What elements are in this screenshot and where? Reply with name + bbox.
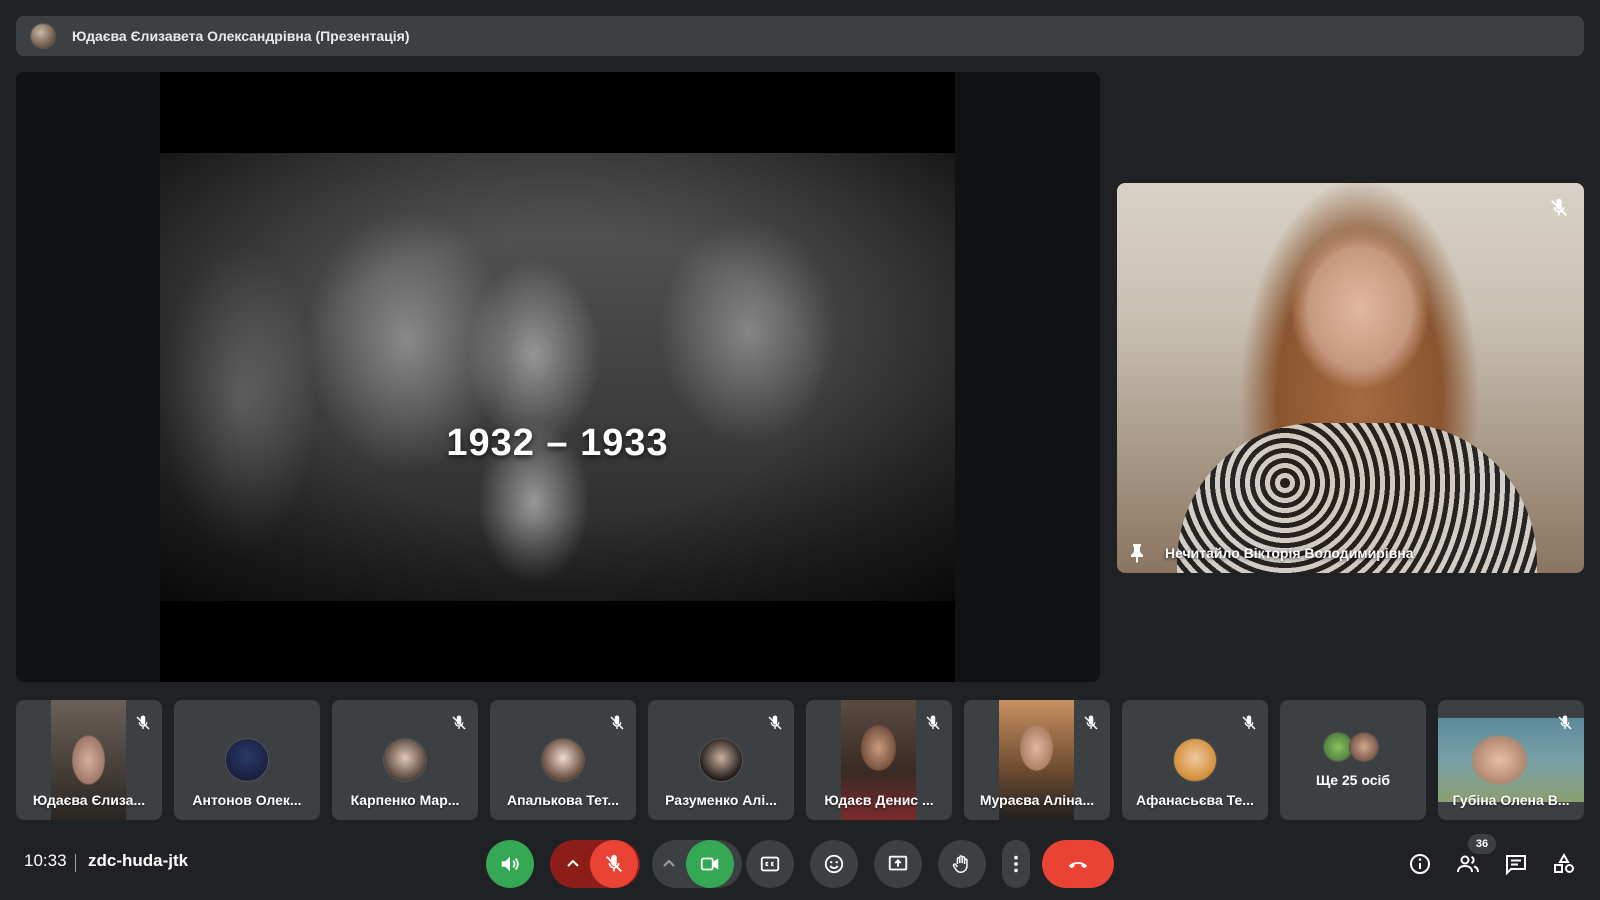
participant-tile[interactable]: Афанасьєва Те... — [1122, 700, 1268, 820]
camera-options-button[interactable] — [658, 840, 680, 888]
avatar — [699, 738, 743, 782]
participant-name: Юдаєв Денис ... — [824, 792, 934, 808]
participant-count-badge: 36 — [1468, 834, 1496, 854]
participant-tile[interactable]: Антонов Олек... — [174, 700, 320, 820]
participant-name: Апалькова Тет... — [506, 792, 620, 808]
current-time: 10:33 — [24, 851, 67, 870]
presenter-avatar — [30, 23, 56, 49]
presenter-name: Юдаєва Єлизавета Олександрівна (Презента… — [72, 28, 410, 44]
more-participants-tile[interactable]: Ще 25 осіб — [1280, 700, 1426, 820]
mic-off-icon — [768, 715, 782, 730]
mic-options-button[interactable] — [562, 840, 584, 888]
more-options-button[interactable] — [1002, 840, 1030, 888]
bottom-control-bar: 10:33 zdc-huda-jtk 36 — [0, 834, 1600, 900]
presentation-stage[interactable]: 1932 – 1933 — [16, 72, 1100, 682]
more-vertical-icon — [1014, 855, 1018, 873]
video-camera-icon — [700, 857, 719, 871]
people-icon — [1457, 855, 1479, 873]
presentation-slide: 1932 – 1933 — [160, 72, 955, 682]
mic-off-icon — [1084, 715, 1098, 730]
meeting-code: zdc-huda-jtk — [88, 851, 189, 870]
participant-tile[interactable]: Апалькова Тет... — [490, 700, 636, 820]
reactions-button[interactable] — [810, 840, 858, 888]
pinned-participant-name: Нечитайло Вікторія Володимирівна — [1165, 545, 1414, 561]
present-screen-icon — [888, 855, 908, 871]
divider — [75, 854, 76, 872]
leave-call-button[interactable] — [1042, 840, 1114, 888]
slide-title: 1932 – 1933 — [446, 422, 669, 464]
mic-off-icon — [452, 715, 466, 730]
chevron-up-icon — [567, 859, 579, 867]
volume-icon — [501, 856, 519, 872]
participant-tile[interactable]: Губіна Олена В... — [1438, 700, 1584, 820]
avatar — [383, 738, 427, 782]
avatar — [225, 738, 269, 782]
captions-button[interactable] — [746, 840, 794, 888]
participant-name: Антонов Олек... — [192, 792, 302, 808]
participant-tile[interactable]: Мураєва Аліна... — [964, 700, 1110, 820]
participant-tile[interactable]: Карпенко Мар... — [332, 700, 478, 820]
present-screen-button[interactable] — [874, 840, 922, 888]
people-button[interactable] — [1454, 850, 1482, 878]
avatar — [541, 738, 585, 782]
activities-icon — [1554, 852, 1574, 873]
emoji-icon — [824, 854, 844, 874]
participant-name: Разуменко Алі... — [665, 792, 777, 808]
presenter-bar: Юдаєва Єлизавета Олександрівна (Презента… — [16, 16, 1584, 56]
participant-name: Афанасьєва Те... — [1136, 792, 1254, 808]
participant-name: Мураєва Аліна... — [979, 792, 1095, 808]
closed-captions-icon — [760, 856, 780, 872]
pinned-participant-tile[interactable]: Нечитайло Вікторія Володимирівна — [1117, 183, 1584, 573]
participant-name: Юдаєва Єлиза... — [32, 792, 146, 808]
hand-icon — [952, 855, 968, 873]
mic-off-icon — [1242, 715, 1256, 730]
mic-toggle-button[interactable] — [590, 840, 638, 888]
more-participants-label: Ще 25 осіб — [1315, 772, 1391, 788]
mic-off-icon — [1551, 198, 1567, 216]
mic-off-icon — [606, 854, 622, 872]
speaker-button[interactable] — [486, 840, 534, 888]
avatar — [1173, 738, 1217, 782]
mic-off-icon — [610, 715, 624, 730]
chevron-up-icon — [663, 859, 675, 867]
camera-toggle-button[interactable] — [686, 840, 734, 888]
raise-hand-button[interactable] — [938, 840, 986, 888]
mic-off-icon — [136, 715, 150, 730]
hang-up-icon — [1068, 862, 1088, 869]
info-icon — [1410, 854, 1430, 874]
participant-tile[interactable]: Юдаєва Єлиза... — [16, 700, 162, 820]
participant-name: Губіна Олена В... — [1452, 792, 1570, 808]
slide-photo — [160, 153, 955, 601]
more-participants-avatars — [1323, 732, 1383, 762]
activities-button[interactable] — [1550, 850, 1578, 878]
participant-tile[interactable]: Юдаєв Денис ... — [806, 700, 952, 820]
chat-icon — [1506, 855, 1526, 876]
meeting-details-button[interactable] — [1406, 850, 1434, 878]
chat-button[interactable] — [1502, 850, 1530, 878]
mic-off-icon — [926, 715, 940, 730]
pin-icon[interactable] — [1129, 543, 1145, 563]
participant-tile[interactable]: Разуменко Алі... — [648, 700, 794, 820]
mic-off-icon — [1558, 715, 1572, 730]
participant-name: Карпенко Мар... — [350, 792, 460, 808]
